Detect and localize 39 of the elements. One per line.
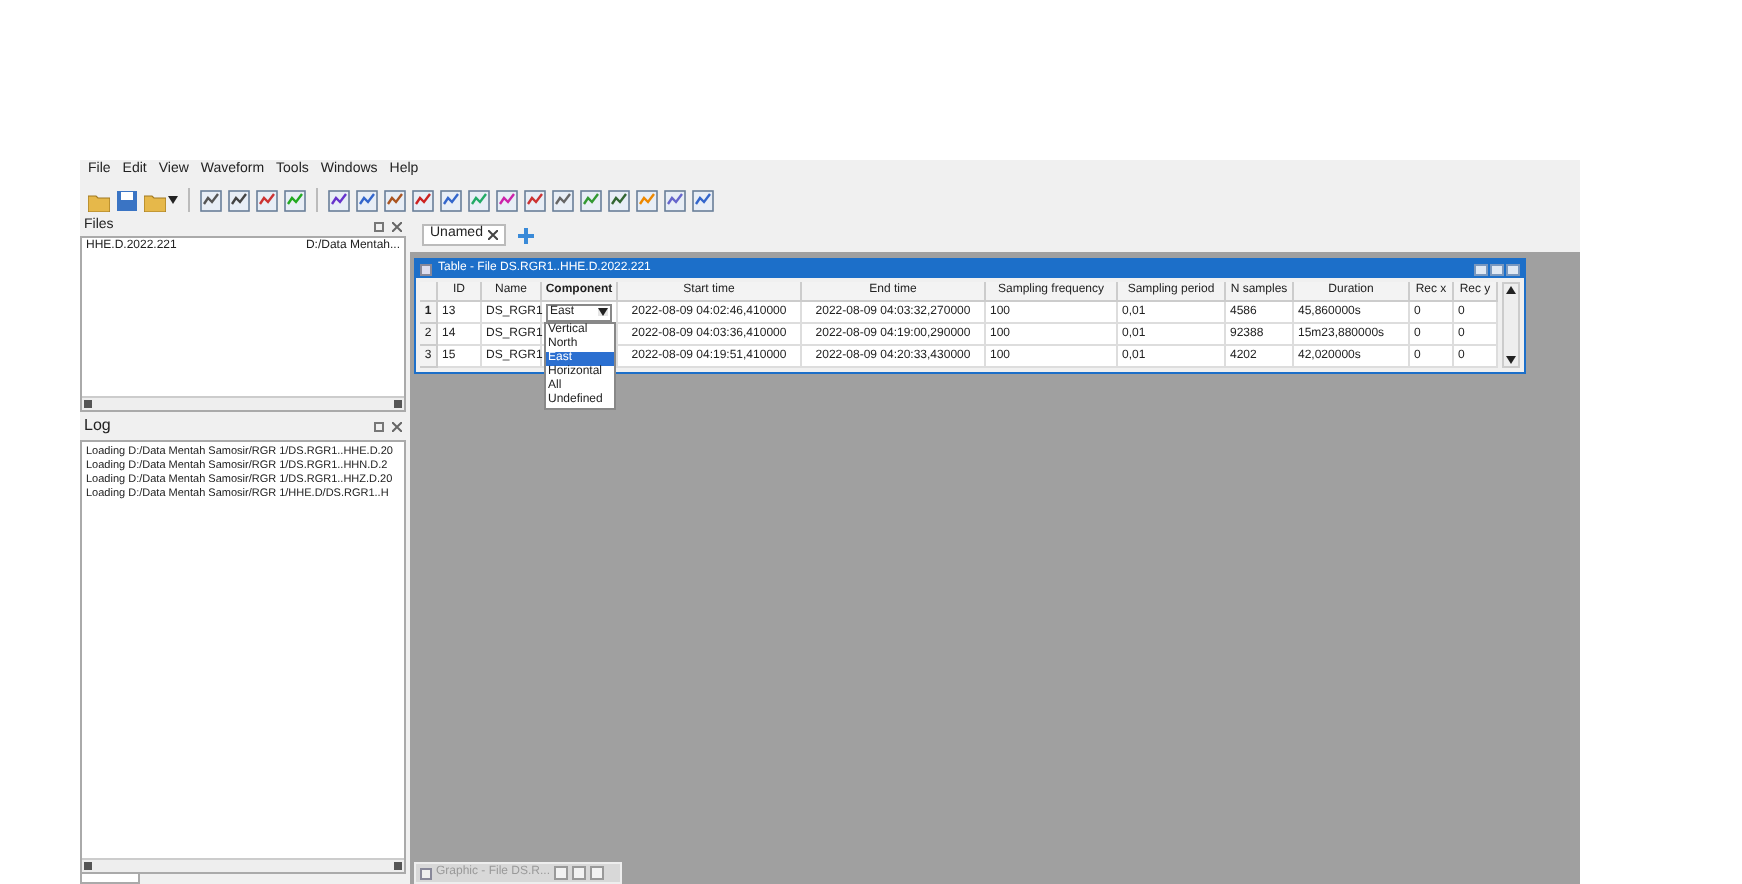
chart-icon[interactable] (228, 189, 250, 211)
chart-icon[interactable] (412, 189, 434, 211)
caret-icon[interactable] (1506, 286, 1516, 294)
maximize-button[interactable] (1490, 263, 1504, 275)
chart-icon[interactable] (608, 189, 630, 211)
caret-icon[interactable] (168, 196, 178, 204)
chart-icon[interactable] (356, 189, 378, 211)
close-icon[interactable] (392, 222, 402, 232)
maximize-button[interactable] (572, 866, 587, 880)
chart-icon[interactable] (664, 189, 686, 211)
close-button[interactable] (1506, 263, 1520, 275)
horizontal-scrollbar[interactable] (82, 396, 404, 410)
close-icon[interactable] (488, 230, 499, 240)
horizontal-scrollbar[interactable] (82, 858, 404, 872)
chart-icon[interactable] (552, 189, 574, 211)
vertical-scrollbar[interactable] (1502, 282, 1520, 368)
chart-icon[interactable] (256, 189, 278, 211)
caret-icon[interactable] (598, 308, 608, 316)
restore-button[interactable] (554, 866, 569, 880)
caret-icon[interactable] (1506, 356, 1516, 364)
close-button[interactable] (590, 866, 605, 880)
corner-header (420, 282, 438, 302)
float-icon[interactable] (374, 222, 384, 232)
table-icon (420, 263, 432, 275)
window-icon (420, 867, 432, 879)
chart-icon[interactable] (440, 189, 462, 211)
add-tab-icon[interactable] (518, 227, 535, 243)
chart-icon[interactable] (200, 189, 222, 211)
close-icon[interactable] (392, 421, 402, 431)
chart-icon[interactable] (692, 189, 714, 211)
save-icon[interactable] (116, 189, 138, 211)
panel-title: Log (84, 414, 111, 438)
minimize-button[interactable] (1474, 263, 1488, 275)
chart-icon[interactable] (496, 189, 518, 211)
float-icon[interactable] (374, 421, 384, 431)
chart-icon[interactable] (384, 189, 406, 211)
folder-icon[interactable] (88, 189, 110, 211)
chart-icon[interactable] (524, 189, 546, 211)
chart-icon[interactable] (328, 189, 350, 211)
